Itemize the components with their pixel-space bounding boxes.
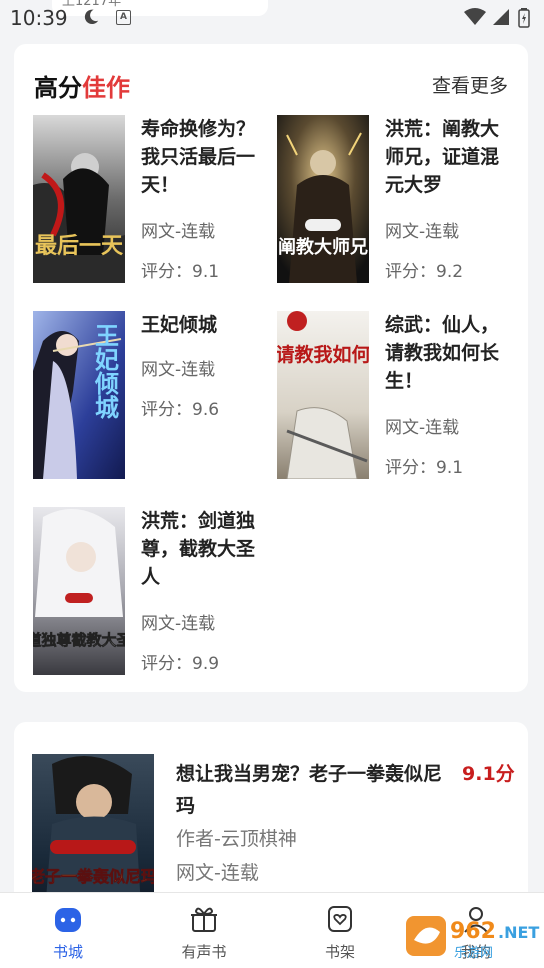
tab-audiobook[interactable]: 有声书 <box>136 893 272 968</box>
book-tag: 网文-连载 <box>141 614 216 634</box>
moon-icon <box>84 9 99 25</box>
battery-icon <box>518 8 530 28</box>
bookshelf-heart-icon <box>328 906 352 932</box>
book-score: 评分：9.2 <box>385 262 464 282</box>
book-score: 评分：9.1 <box>385 458 464 478</box>
cover-text: 剑道独尊截教大圣人 <box>33 631 125 649</box>
tab-label: 有声书 <box>181 943 227 961</box>
tab-label: 书城 <box>52 943 83 961</box>
book-title: 洪荒：剑道独尊，截教大圣人 <box>141 510 256 588</box>
view-more-link[interactable]: 查看更多 <box>432 71 508 98</box>
book-tag: 网文-连载 <box>385 418 460 438</box>
svg-text:乐游网: 乐游网 <box>454 946 493 961</box>
cover-text: 仙人请教我如何长生 <box>277 343 369 366</box>
book-card[interactable]: 王妃倾城 王妃倾城 网文-连载 评分：9.6 <box>33 311 273 481</box>
book-cover: 剑道独尊截教大圣人 <box>33 507 125 675</box>
book-card[interactable]: 剑道独尊截教大圣人 洪荒：剑道独尊，截教大圣人 网文-连载 评分：9.9 <box>33 507 273 677</box>
cover-text: 王妃倾城 <box>91 323 120 420</box>
signal-icon <box>493 9 509 25</box>
cover-text: 最后一天 <box>35 233 124 259</box>
watermark-logo: 962 .NET 乐游网 <box>406 916 539 961</box>
book-tag: 网文-连载 <box>141 222 216 242</box>
book-score: 评分：9.9 <box>141 654 220 674</box>
wifi-icon <box>464 8 486 25</box>
book-tag: 网文-连载 <box>385 222 460 242</box>
status-time: 10:39 <box>10 6 68 30</box>
a-notification-icon: A <box>116 10 131 25</box>
tab-label: 书架 <box>324 943 355 961</box>
book-card[interactable]: 最后一天 寿命换修为？我只活最后一天！ 网文-连载 评分：9.1 <box>33 115 273 285</box>
gift-icon <box>191 907 217 932</box>
tab-bookstore[interactable]: 书城 <box>0 893 136 968</box>
featured-book-author: 作者-云顶棋神 <box>176 828 297 850</box>
book-title: 王妃倾城 <box>141 314 218 336</box>
featured-book-title: 想让我当男宠？老子一拳轰似尼玛 <box>176 763 443 817</box>
cover-text: 阐教大师兄 <box>278 236 368 258</box>
book-title: 洪荒：阐教大师兄，证道混元大罗 <box>385 118 500 196</box>
book-title: 综武：仙人，请教我如何长生！ <box>385 314 500 392</box>
book-cover: 仙人请教我如何长生 <box>277 311 369 479</box>
section-title: 高分佳作 <box>34 74 130 102</box>
tab-bookshelf[interactable]: 书架 <box>272 893 408 968</box>
book-score: 评分：9.6 <box>141 400 220 420</box>
svg-text:962: 962 <box>450 919 496 944</box>
bookstore-icon <box>55 908 81 932</box>
book-score: 评分：9.1 <box>141 262 220 282</box>
featured-book-tag: 网文-连载 <box>176 862 259 884</box>
book-card[interactable]: 仙人请教我如何长生 综武：仙人，请教我如何长生！ 网文-连载 评分：9.1 <box>277 311 517 481</box>
featured-book-score: 9.1分 <box>462 763 515 785</box>
book-title: 寿命换修为？我只活最后一天！ <box>141 118 256 196</box>
book-cover: 阐教大师兄 <box>277 115 369 283</box>
svg-text:.NET: .NET <box>498 923 539 942</box>
book-cover: 王妃倾城 <box>33 311 125 479</box>
book-cover: 最后一天 <box>33 115 125 283</box>
top-rated-section: 高分佳作 查看更多 最后一天 寿命换修为？我只活最后一天！ 网文-连载 评分：9… <box>14 44 528 692</box>
book-tag: 网文-连载 <box>141 360 216 380</box>
cover-text: 老子一拳轰似尼玛 <box>32 867 154 886</box>
status-bar: 上1217年 10:39 A <box>0 0 544 36</box>
book-card[interactable]: 阐教大师兄 洪荒：阐教大师兄，证道混元大罗 网文-连载 评分：9.2 <box>277 115 517 285</box>
